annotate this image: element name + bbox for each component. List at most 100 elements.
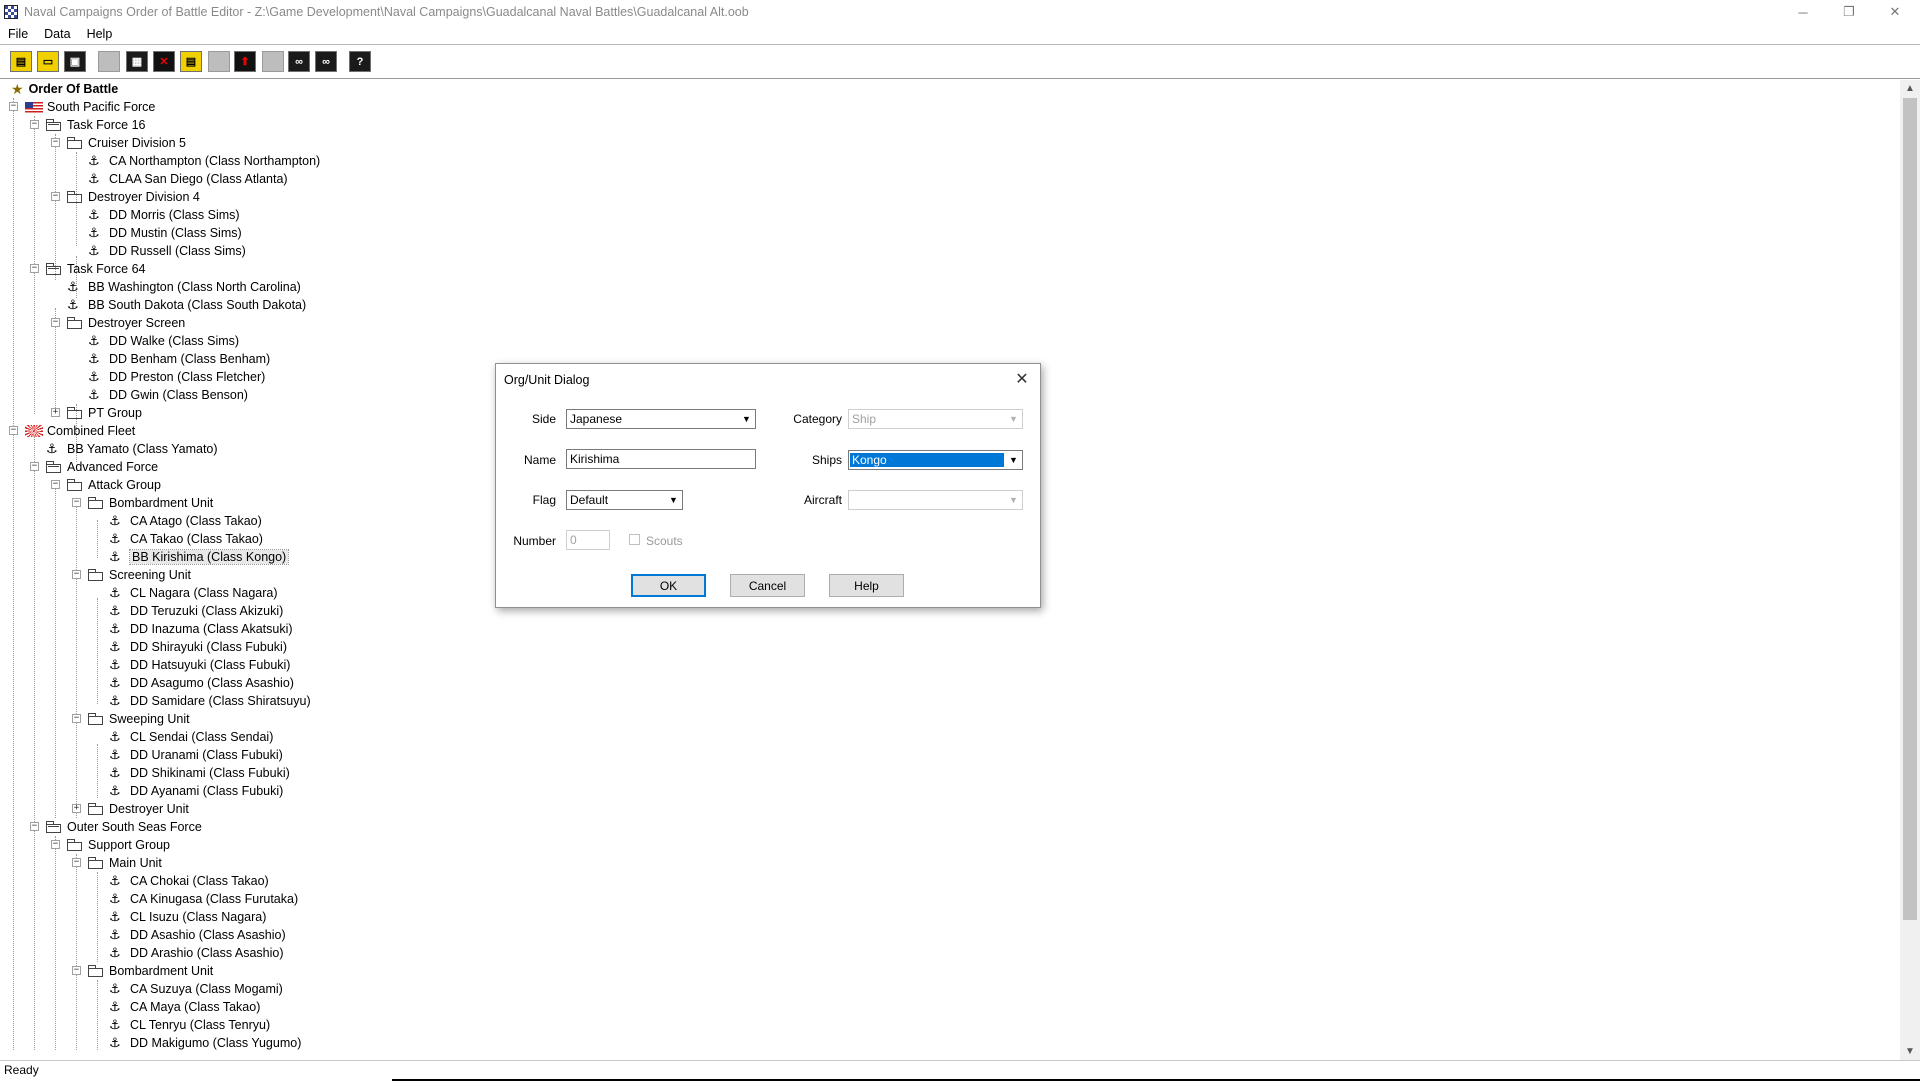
tree-node[interactable]: − Combined Fleet — [9, 422, 135, 440]
link-alt-icon[interactable]: ∞ — [315, 51, 337, 72]
tree-node[interactable]: − Task Force 16 — [30, 116, 146, 134]
aircraft-select[interactable]: ▼ — [848, 490, 1023, 510]
tree-node[interactable]: − South Pacific Force — [9, 98, 155, 116]
collapse-icon[interactable]: − — [72, 858, 81, 867]
tree-node[interactable]: − Destroyer Division 4 — [51, 188, 200, 206]
delete-icon[interactable]: ✕ — [153, 51, 175, 72]
tree-node[interactable]: ⚓ DD Samidare (Class Shiratsuyu) — [109, 692, 311, 710]
help-icon[interactable]: ? — [349, 51, 371, 72]
collapse-icon[interactable]: − — [9, 426, 18, 435]
tree-node[interactable]: ⚓ CA Northampton (Class Northampton) — [88, 152, 320, 170]
tree-node[interactable]: ★ Order Of Battle — [11, 80, 118, 98]
tree-node[interactable]: ⚓ DD Shikinami (Class Fubuki) — [109, 764, 290, 782]
flag-select[interactable]: Default ▼ — [566, 490, 683, 510]
tree-node[interactable]: − Bombardment Unit — [72, 962, 213, 980]
scroll-thumb[interactable] — [1903, 98, 1917, 920]
tree-node[interactable]: + Destroyer Unit — [72, 800, 189, 818]
tree-node[interactable]: ⚓ DD Mustin (Class Sims) — [88, 224, 242, 242]
tree-node[interactable]: ⚓ DD Asagumo (Class Asashio) — [109, 674, 294, 692]
name-field[interactable]: Kirishima — [566, 449, 756, 469]
tree-node[interactable]: ⚓ CA Atago (Class Takao) — [109, 512, 262, 530]
tree-node[interactable]: − Attack Group — [51, 476, 161, 494]
expand-icon[interactable]: + — [72, 804, 81, 813]
new-file-icon[interactable]: ▤ — [10, 51, 32, 72]
save-icon[interactable]: ▣ — [64, 51, 86, 72]
tree-node[interactable]: − Outer South Seas Force — [30, 818, 202, 836]
tree-node[interactable]: ⚓ DD Morris (Class Sims) — [88, 206, 240, 224]
tree-node[interactable]: ⚓ BB Yamato (Class Yamato) — [46, 440, 218, 458]
collapse-icon[interactable]: − — [51, 840, 60, 849]
move-up-icon[interactable]: ⬆ — [234, 51, 256, 72]
tree-node[interactable]: ⚓ DD Benham (Class Benham) — [88, 350, 270, 368]
collapse-icon[interactable]: − — [30, 462, 39, 471]
maximize-button[interactable]: ❐ — [1826, 0, 1872, 24]
tree-node[interactable]: ⚓ BB Kirishima (Class Kongo) — [109, 548, 290, 566]
help-button[interactable]: Help — [829, 574, 904, 597]
collapse-icon[interactable]: − — [30, 264, 39, 273]
scroll-up-icon[interactable]: ▲ — [1900, 80, 1920, 97]
tree-vertical-scrollbar[interactable]: ▲ ▼ — [1900, 80, 1920, 1060]
collapse-icon[interactable]: − — [51, 318, 60, 327]
tree-node[interactable]: − Screening Unit — [72, 566, 191, 584]
number-field[interactable]: 0 — [566, 530, 610, 550]
tree-node[interactable]: ⚓ DD Inazuma (Class Akatsuki) — [109, 620, 293, 638]
tree-node[interactable]: − Bombardment Unit — [72, 494, 213, 512]
tree-node[interactable]: ⚓ CA Suzuya (Class Mogami) — [109, 980, 283, 998]
blank-icon[interactable] — [98, 51, 120, 72]
category-select[interactable]: Ship ▼ — [848, 409, 1023, 429]
scroll-down-icon[interactable]: ▼ — [1900, 1043, 1920, 1060]
tree-node[interactable]: ⚓ CL Sendai (Class Sendai) — [109, 728, 273, 746]
tree-node[interactable]: ⚓ CLAA San Diego (Class Atlanta) — [88, 170, 288, 188]
collapse-icon[interactable]: − — [51, 138, 60, 147]
tree-node[interactable]: ⚓ CA Maya (Class Takao) — [109, 998, 260, 1016]
close-button[interactable]: ✕ — [1872, 0, 1918, 24]
tree-node[interactable]: − Destroyer Screen — [51, 314, 185, 332]
chevron-down-icon[interactable]: ▼ — [665, 491, 682, 509]
cancel-button[interactable]: Cancel — [730, 574, 805, 597]
collapse-icon[interactable]: − — [51, 480, 60, 489]
open-folder-icon[interactable]: ▭ — [37, 51, 59, 72]
blank-icon[interactable] — [262, 51, 284, 72]
tree-node[interactable]: − Cruiser Division 5 — [51, 134, 186, 152]
tree-node[interactable]: − Sweeping Unit — [72, 710, 190, 728]
collapse-icon[interactable]: − — [72, 570, 81, 579]
expand-icon[interactable]: + — [51, 408, 60, 417]
tree-node[interactable]: ⚓ DD Makigumo (Class Yugumo) — [109, 1034, 301, 1052]
document-icon[interactable]: ▦ — [126, 51, 148, 72]
tree-node[interactable]: ⚓ DD Teruzuki (Class Akizuki) — [109, 602, 283, 620]
collapse-icon[interactable]: − — [30, 120, 39, 129]
tree-node[interactable]: + PT Group — [51, 404, 142, 422]
ok-button[interactable]: OK — [631, 574, 706, 597]
chevron-down-icon[interactable]: ▼ — [1005, 410, 1022, 428]
tree-node[interactable]: ⚓ DD Hatsuyuki (Class Fubuki) — [109, 656, 290, 674]
collapse-icon[interactable]: − — [30, 822, 39, 831]
tree-node[interactable]: ⚓ DD Ayanami (Class Fubuki) — [109, 782, 283, 800]
link-icon[interactable]: ∞ — [288, 51, 310, 72]
tree-node[interactable]: ⚓ DD Arashio (Class Asashio) — [109, 944, 284, 962]
scouts-checkbox[interactable] — [629, 534, 640, 545]
tree-node[interactable]: ⚓ DD Shirayuki (Class Fubuki) — [109, 638, 287, 656]
tree-node[interactable]: ⚓ DD Gwin (Class Benson) — [88, 386, 248, 404]
collapse-icon[interactable]: − — [72, 714, 81, 723]
dialog-close-icon[interactable]: ✕ — [1012, 369, 1032, 389]
blank-icon[interactable] — [208, 51, 230, 72]
ships-select[interactable]: Kongo ▼ — [848, 450, 1023, 470]
tree-node[interactable]: ⚓ BB South Dakota (Class South Dakota) — [67, 296, 306, 314]
chevron-down-icon[interactable]: ▼ — [1005, 451, 1022, 469]
menu-help[interactable]: Help — [79, 27, 121, 41]
tree-node[interactable]: − Support Group — [51, 836, 170, 854]
tree-node[interactable]: ⚓ BB Washington (Class North Carolina) — [67, 278, 301, 296]
edit-icon[interactable]: ▤ — [180, 51, 202, 72]
tree-node[interactable]: − Advanced Force — [30, 458, 158, 476]
menu-file[interactable]: File — [0, 27, 36, 41]
tree-node[interactable]: − Task Force 64 — [30, 260, 146, 278]
side-select[interactable]: Japanese ▼ — [566, 409, 756, 429]
collapse-icon[interactable]: − — [72, 498, 81, 507]
tree-node[interactable]: ⚓ DD Uranami (Class Fubuki) — [109, 746, 283, 764]
tree-node[interactable]: ⚓ DD Asashio (Class Asashio) — [109, 926, 286, 944]
tree-node[interactable]: ⚓ CA Takao (Class Takao) — [109, 530, 263, 548]
tree-node[interactable]: ⚓ CA Chokai (Class Takao) — [109, 872, 269, 890]
tree-node[interactable]: ⚓ CA Kinugasa (Class Furutaka) — [109, 890, 298, 908]
tree-node[interactable]: ⚓ DD Russell (Class Sims) — [88, 242, 246, 260]
collapse-icon[interactable]: − — [51, 192, 60, 201]
